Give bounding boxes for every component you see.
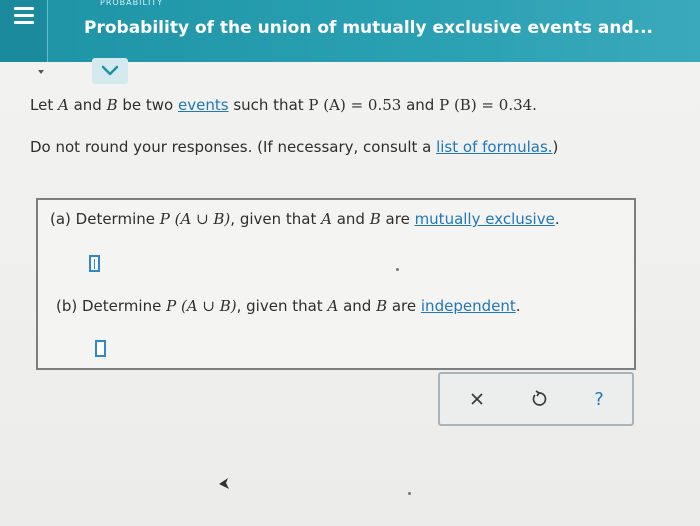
help-button[interactable]: ?	[584, 384, 614, 414]
variable-a: A	[327, 297, 339, 315]
question-text: are	[380, 210, 415, 228]
intro-text: and	[68, 96, 107, 114]
decorative-dot	[396, 268, 399, 271]
variable-a: A	[57, 96, 69, 114]
variable-b: B	[376, 297, 388, 315]
answer-b-input[interactable]	[95, 340, 106, 357]
help-icon: ?	[594, 388, 604, 410]
question-text: are	[387, 297, 421, 315]
menu-icon	[14, 7, 34, 10]
mouse-cursor-icon	[219, 478, 229, 489]
question-text: (a) Determine	[50, 210, 160, 228]
clear-button[interactable]	[462, 384, 492, 414]
union-expression: P (A ∪ B)	[159, 210, 231, 228]
decorative-dot	[408, 492, 411, 495]
intro-text: and	[401, 96, 440, 114]
intro-line-1: Let A and B be two events such that P (A…	[30, 96, 537, 114]
question-b: (b) Determine P (A ∪ B), given that A an…	[56, 297, 521, 315]
question-text: and	[338, 297, 377, 315]
instruction-text: )	[552, 138, 559, 156]
events-link[interactable]: events	[178, 96, 229, 114]
close-icon	[471, 393, 483, 405]
collapse-button[interactable]	[92, 58, 128, 84]
answer-a-input[interactable]	[89, 255, 100, 272]
question-text: , given that	[236, 297, 328, 315]
intro-text: such that	[228, 96, 309, 114]
question-panel: (a) Determine P (A ∪ B), given that A an…	[36, 198, 636, 370]
instruction-text: Do not round your responses. (If necessa…	[30, 138, 437, 156]
question-text: .	[554, 210, 560, 228]
formulas-link[interactable]: list of formulas.	[436, 138, 552, 156]
probability-b: P (B) = 0.34.	[439, 96, 537, 114]
independent-link[interactable]: independent	[421, 297, 516, 315]
question-a: (a) Determine P (A ∪ B), given that A an…	[50, 210, 560, 228]
question-text: .	[515, 297, 521, 315]
topic-label: PROBABILITY	[100, 0, 164, 7]
intro-line-2: Do not round your responses. (If necessa…	[30, 138, 558, 156]
menu-icon-bar	[14, 21, 34, 24]
variable-b: B	[369, 210, 381, 228]
undo-button[interactable]	[524, 384, 554, 414]
union-expression: P (A ∪ B)	[166, 297, 237, 315]
probability-a: P (A) = 0.53	[308, 96, 402, 114]
question-text: and	[331, 210, 370, 228]
intro-text: be two	[117, 96, 179, 114]
intro-text: Let	[30, 96, 58, 114]
chevron-down-icon	[101, 65, 119, 76]
bullet-icon	[38, 70, 44, 74]
undo-icon	[532, 390, 547, 406]
page-title: Probability of the union of mutually exc…	[84, 18, 654, 38]
menu-icon-bar	[14, 14, 34, 17]
variable-b: B	[106, 96, 118, 114]
question-text: (b) Determine	[56, 297, 167, 315]
question-text: , given that	[230, 210, 322, 228]
variable-a: A	[321, 210, 332, 228]
header-bar: PROBABILITY Probability of the union of …	[0, 0, 700, 62]
menu-button[interactable]	[0, 0, 48, 62]
mutually-exclusive-link[interactable]: mutually exclusive	[415, 210, 555, 228]
answer-toolbar: ?	[438, 372, 634, 426]
